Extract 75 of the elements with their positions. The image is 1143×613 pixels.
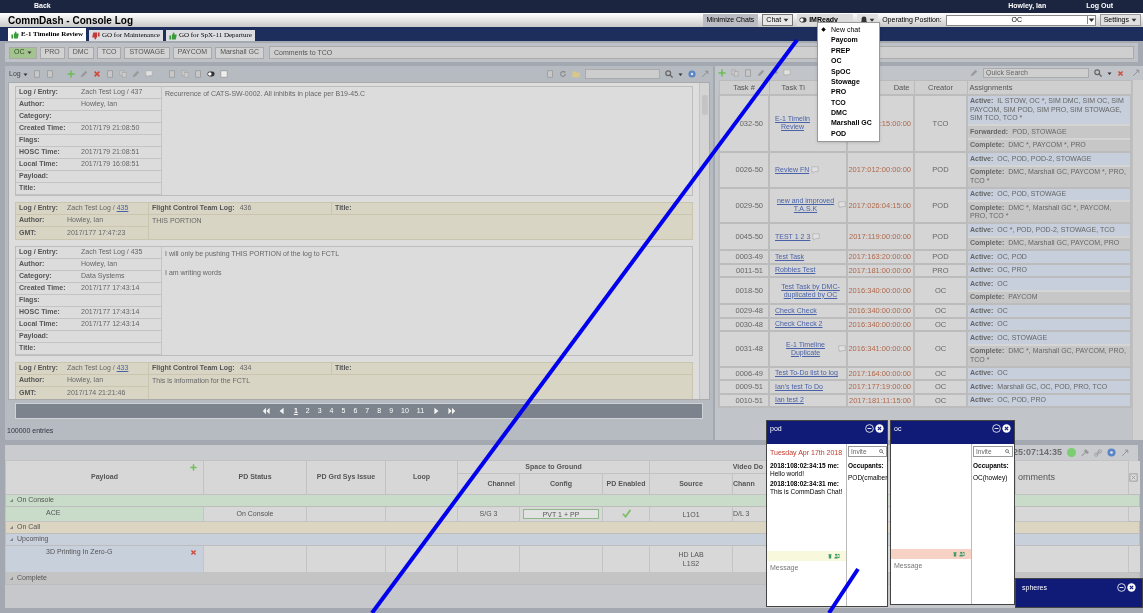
caret-icon[interactable] (1107, 70, 1112, 76)
caret-icon (1131, 17, 1137, 23)
comment-icon[interactable] (838, 201, 846, 210)
minimize-icon[interactable] (865, 424, 874, 433)
app-title: CommDash - Console Log (8, 13, 133, 28)
column-header: omments (1015, 460, 1129, 495)
help-icon[interactable] (688, 70, 696, 78)
close-icon[interactable] (1002, 424, 1011, 433)
thumbs-down-icon (91, 31, 100, 40)
add-icon[interactable] (718, 69, 726, 77)
mission-clock: 25:07:14:35 (1013, 445, 1063, 459)
help-icon[interactable] (1107, 448, 1117, 457)
empty-cell (1128, 545, 1140, 573)
comment-icon[interactable] (144, 70, 153, 78)
remove-icon[interactable] (190, 549, 197, 556)
copy-icon[interactable] (118, 70, 127, 78)
caret-icon[interactable] (678, 71, 683, 77)
empty-cell (1128, 506, 1140, 522)
thumbs-up-icon (11, 30, 19, 39)
expand-icon[interactable] (1121, 448, 1130, 457)
minimize-icon[interactable] (992, 424, 1001, 433)
checkmark-icon (621, 509, 631, 519)
comment-icon[interactable] (783, 69, 791, 77)
next-page-icon[interactable] (432, 407, 441, 415)
close-icon[interactable] (1127, 583, 1136, 592)
status-dot (1067, 448, 1077, 457)
add-icon[interactable] (66, 70, 75, 78)
checkbox-icon[interactable] (219, 70, 228, 78)
document-icon[interactable] (546, 70, 554, 78)
people-icon[interactable] (959, 551, 965, 557)
clear-icon[interactable] (1117, 69, 1124, 77)
document-icon[interactable] (105, 70, 114, 78)
first-page-icon[interactable] (261, 407, 270, 415)
pencil-icon[interactable] (970, 69, 978, 77)
comment-icon[interactable] (811, 165, 820, 174)
last-page-icon[interactable] (448, 407, 457, 415)
caret-icon (783, 17, 790, 23)
copy-icon[interactable] (731, 69, 739, 77)
collapse-icon (9, 537, 14, 542)
minimize-icon[interactable] (1117, 583, 1126, 592)
thumbs-up-icon (168, 31, 177, 40)
toggle-icon (799, 16, 808, 24)
caret-icon (1086, 16, 1095, 24)
scrollbar[interactable] (1132, 80, 1143, 440)
scrollbar[interactable] (699, 83, 709, 399)
previous-page-icon[interactable] (277, 407, 286, 415)
collapse-icon (9, 576, 14, 581)
toggle-icon[interactable] (206, 70, 215, 78)
people-icon[interactable] (834, 553, 840, 559)
expand-icon[interactable] (1132, 69, 1140, 77)
search-icon (1005, 449, 1010, 454)
collapse-icon (9, 498, 14, 503)
add-icon[interactable] (190, 464, 197, 471)
search-icon[interactable] (665, 70, 673, 78)
document-icon[interactable] (744, 69, 752, 77)
close-box-icon[interactable] (1129, 472, 1139, 482)
delete-icon[interactable] (92, 70, 101, 78)
comment-icon[interactable] (838, 344, 846, 353)
filter-field[interactable] (585, 69, 660, 79)
link-icon[interactable] (1094, 448, 1103, 457)
search-icon[interactable] (1094, 69, 1102, 77)
document-icon[interactable] (167, 70, 176, 78)
annotation-line (827, 567, 860, 613)
caret-icon (22, 71, 28, 77)
close-icon[interactable] (875, 424, 884, 433)
pencil-icon[interactable] (79, 70, 88, 78)
refresh-icon[interactable] (559, 70, 567, 78)
copy-icon[interactable] (180, 70, 189, 78)
collapse-icon (9, 525, 14, 530)
search-icon (879, 449, 885, 454)
document-icon[interactable] (193, 70, 202, 78)
expand-icon[interactable] (701, 70, 709, 78)
comment-icon[interactable] (812, 232, 821, 241)
pencil-icon[interactable] (757, 69, 765, 77)
folder-icon[interactable] (572, 70, 580, 78)
